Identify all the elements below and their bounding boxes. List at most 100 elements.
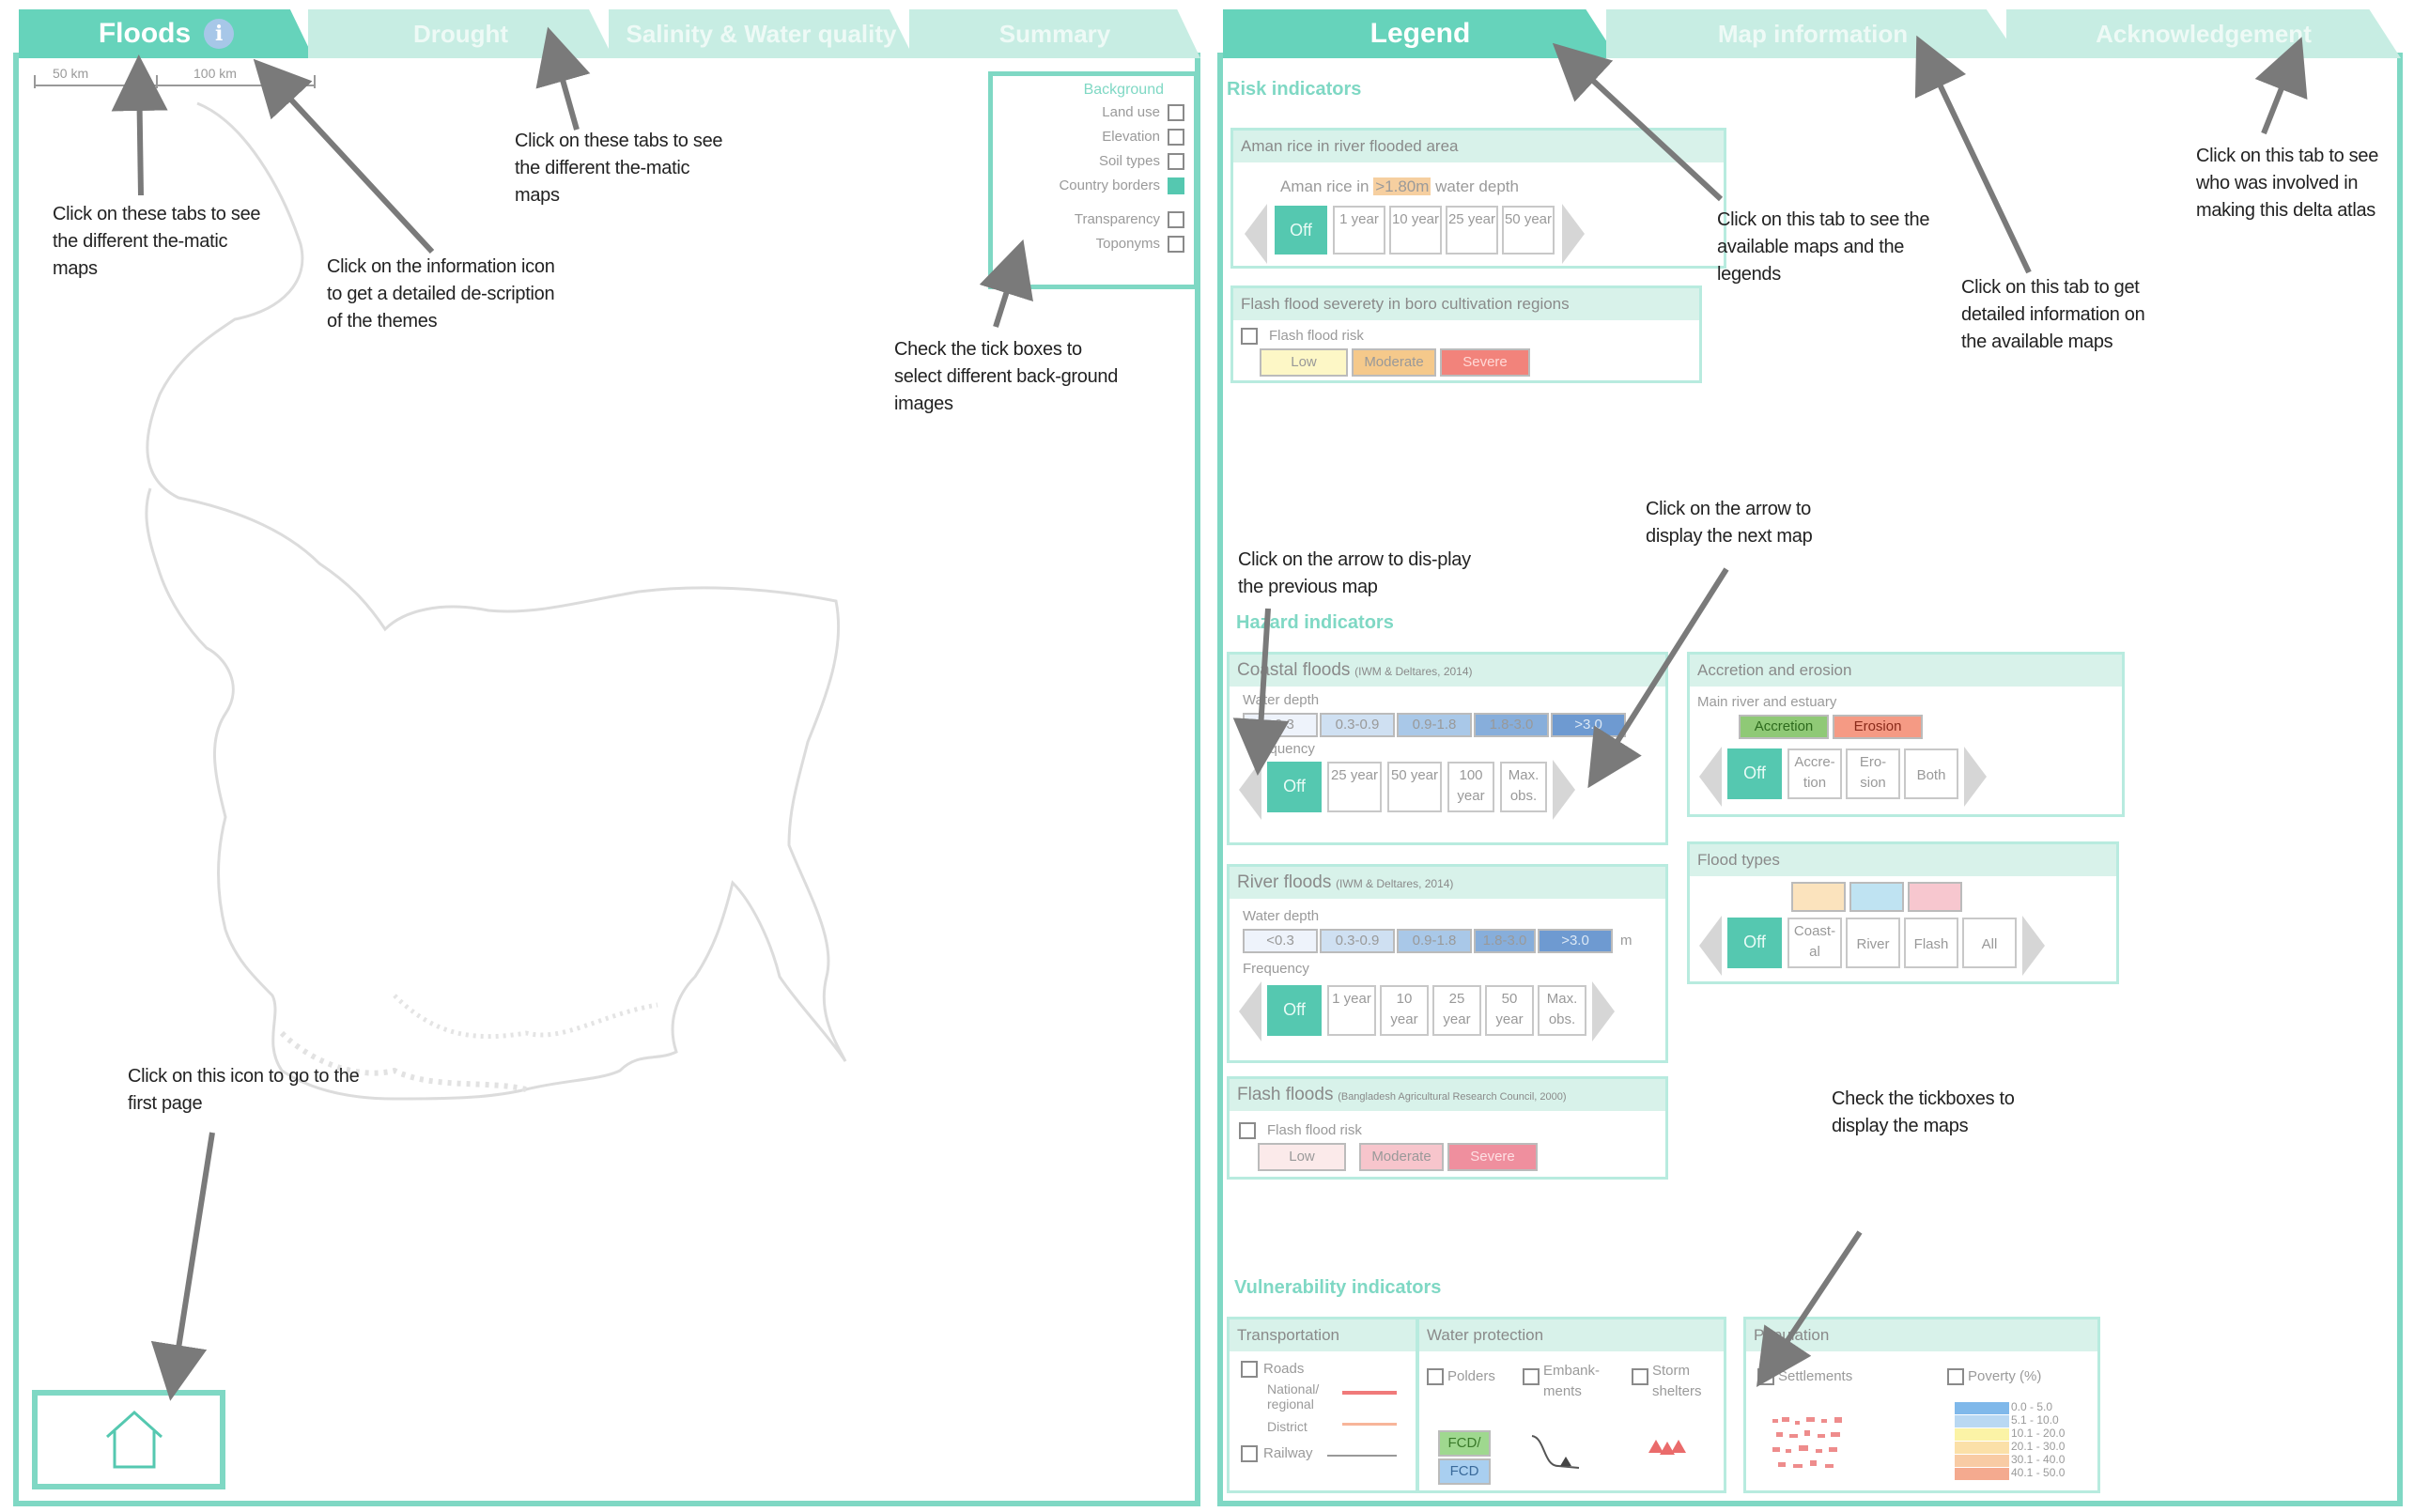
next-map-arrow[interactable] bbox=[1553, 760, 1575, 820]
tab-acknowledgement[interactable]: Acknowledgement bbox=[2006, 9, 2401, 58]
off-button[interactable]: Off bbox=[1267, 762, 1322, 812]
annotation-info: Click on the information icon to get a d… bbox=[327, 256, 555, 332]
frequency-button[interactable]: 25 year bbox=[1327, 762, 1382, 812]
erosion-button[interactable]: Ero-sion bbox=[1846, 748, 1900, 799]
frequency-button[interactable]: 10 year bbox=[1380, 985, 1429, 1036]
depth-swatch: >3.0 bbox=[1551, 713, 1626, 737]
poverty-swatch bbox=[1955, 1415, 2009, 1427]
tab-label: Map information bbox=[1717, 19, 1909, 48]
previous-map-arrow[interactable] bbox=[1239, 760, 1261, 820]
tab-map-information[interactable]: Map information bbox=[1606, 9, 2019, 58]
previous-map-arrow[interactable] bbox=[1245, 204, 1267, 264]
off-button[interactable]: Off bbox=[1727, 918, 1782, 968]
transparency-checkbox[interactable] bbox=[1168, 211, 1184, 228]
storm-label: Storm shelters bbox=[1652, 1363, 1702, 1399]
country-borders-checkbox[interactable] bbox=[1168, 177, 1184, 194]
coastal-swatch bbox=[1791, 882, 1846, 912]
next-map-arrow[interactable] bbox=[1592, 981, 1615, 1041]
flash-title: Flash floods bbox=[1237, 1085, 1334, 1104]
box-title: Coastal floods (IWM & Deltares, 2014) bbox=[1230, 655, 1665, 687]
frequency-button[interactable]: 25 year bbox=[1432, 985, 1481, 1036]
frequency-button[interactable]: 1 year bbox=[1327, 985, 1376, 1036]
previous-map-arrow[interactable] bbox=[1699, 916, 1722, 976]
land-use-checkbox[interactable] bbox=[1168, 104, 1184, 121]
storm-shelter-icon bbox=[1648, 1440, 1686, 1455]
flash-risk-checkbox[interactable] bbox=[1239, 1122, 1256, 1139]
toponyms-checkbox[interactable] bbox=[1168, 236, 1184, 253]
annotation-legend-tab: Click on this tab to see the available m… bbox=[1717, 209, 1930, 285]
settlements-checkbox[interactable] bbox=[1757, 1368, 1774, 1385]
bg-label: Transparency bbox=[1074, 211, 1160, 227]
soil-types-checkbox[interactable] bbox=[1168, 153, 1184, 170]
embankment-icon bbox=[1531, 1435, 1580, 1469]
bg-label: Elevation bbox=[1102, 129, 1160, 145]
settlements-label: Settlements bbox=[1778, 1368, 1853, 1384]
section-risk: Risk indicators bbox=[1227, 79, 1362, 100]
district-road-line bbox=[1342, 1423, 1397, 1426]
river-floods-box: River floods (IWM & Deltares, 2014) Wate… bbox=[1227, 864, 1668, 1063]
home-button[interactable] bbox=[32, 1390, 225, 1489]
bg-label: Country borders bbox=[1059, 177, 1160, 193]
poverty-swatch bbox=[1955, 1455, 2009, 1467]
frequency-button[interactable]: Max. obs. bbox=[1538, 985, 1586, 1036]
flood-type-button[interactable]: Coast-al bbox=[1787, 918, 1842, 968]
elevation-checkbox[interactable] bbox=[1168, 129, 1184, 146]
next-map-arrow[interactable] bbox=[2022, 916, 2045, 976]
poverty-checkbox[interactable] bbox=[1947, 1368, 1964, 1385]
frequency-button[interactable]: 100 year bbox=[1447, 762, 1494, 812]
off-button[interactable]: Off bbox=[1727, 748, 1782, 799]
subtitle-part: Aman rice in bbox=[1280, 177, 1369, 195]
off-button[interactable]: Off bbox=[1267, 985, 1322, 1036]
polders-checkbox[interactable] bbox=[1427, 1368, 1444, 1385]
annotation-ack: Click on this tab to see who was involve… bbox=[2196, 146, 2379, 221]
poverty-class: 30.1 - 40.0 bbox=[2011, 1453, 2066, 1466]
risk-severe-swatch: Severe bbox=[1440, 348, 1530, 377]
accretion-button[interactable]: Accre-tion bbox=[1787, 748, 1842, 799]
frequency-button[interactable]: 50 year bbox=[1485, 985, 1534, 1036]
both-button[interactable]: Both bbox=[1904, 748, 1958, 799]
box-title: Accretion and erosion bbox=[1690, 655, 2122, 687]
risk-low-swatch: Low bbox=[1260, 348, 1348, 377]
next-map-arrow[interactable] bbox=[1964, 747, 1987, 807]
source: (Bangladesh Agricultural Research Counci… bbox=[1338, 1091, 1567, 1103]
fcd-swatch: FCD/ bbox=[1438, 1430, 1491, 1457]
return-period-button[interactable]: 50 year bbox=[1502, 206, 1555, 255]
embankments-checkbox[interactable] bbox=[1523, 1368, 1540, 1385]
depth-swatch: >3.0 bbox=[1538, 929, 1613, 953]
poverty-class: 20.1 - 30.0 bbox=[2011, 1440, 2066, 1453]
return-period-button[interactable]: 1 year bbox=[1333, 206, 1385, 255]
bg-label: Toponyms bbox=[1095, 236, 1160, 252]
depth-swatch: 0.9-1.8 bbox=[1397, 713, 1472, 737]
frequency-label: Frequency bbox=[1248, 741, 1315, 757]
tab-label: Acknowledgement bbox=[2096, 19, 2312, 48]
off-button[interactable]: Off bbox=[1275, 206, 1327, 255]
return-period-button[interactable]: 10 year bbox=[1389, 206, 1442, 255]
depth-swatch: <0.3 bbox=[1243, 929, 1318, 953]
depth-highlight: >1.80m bbox=[1373, 177, 1431, 195]
flash-swatch bbox=[1908, 882, 1962, 912]
previous-map-arrow[interactable] bbox=[1239, 981, 1261, 1041]
risk-moderate-swatch: Moderate bbox=[1359, 1143, 1444, 1171]
frequency-button[interactable]: 50 year bbox=[1387, 762, 1442, 812]
frequency-button[interactable]: Max. obs. bbox=[1500, 762, 1547, 812]
flood-type-button[interactable]: River bbox=[1846, 918, 1900, 968]
flood-type-button[interactable]: Flash bbox=[1904, 918, 1958, 968]
railway-checkbox[interactable] bbox=[1241, 1445, 1258, 1462]
aman-rice-box: Aman rice in river flooded area Aman ric… bbox=[1230, 128, 1726, 269]
annotation-tickboxes-maps: Check the tickboxes to display the maps bbox=[1832, 1088, 2015, 1136]
checkbox-label: Flash flood risk bbox=[1269, 328, 1364, 344]
previous-map-arrow[interactable] bbox=[1699, 747, 1722, 807]
embankments-label: Embank-ments bbox=[1543, 1363, 1601, 1399]
flash-boro-box: Flash flood severety in boro cultivation… bbox=[1230, 285, 1702, 383]
river-title: River floods bbox=[1237, 872, 1332, 892]
roads-checkbox[interactable] bbox=[1241, 1361, 1258, 1378]
flash-risk-checkbox[interactable] bbox=[1241, 328, 1258, 345]
flood-type-button[interactable]: All bbox=[1962, 918, 2017, 968]
poverty-class: 10.1 - 20.0 bbox=[2011, 1427, 2066, 1440]
annotation-next: Click on the arrow to display the next m… bbox=[1646, 499, 1813, 547]
next-map-arrow[interactable] bbox=[1562, 204, 1585, 264]
return-period-button[interactable]: 25 year bbox=[1446, 206, 1498, 255]
storm-shelters-checkbox[interactable] bbox=[1632, 1368, 1648, 1385]
annotation-map-info: Click on this tab to get detailed inform… bbox=[1961, 277, 2145, 352]
tab-legend[interactable]: Legend bbox=[1223, 9, 1617, 58]
